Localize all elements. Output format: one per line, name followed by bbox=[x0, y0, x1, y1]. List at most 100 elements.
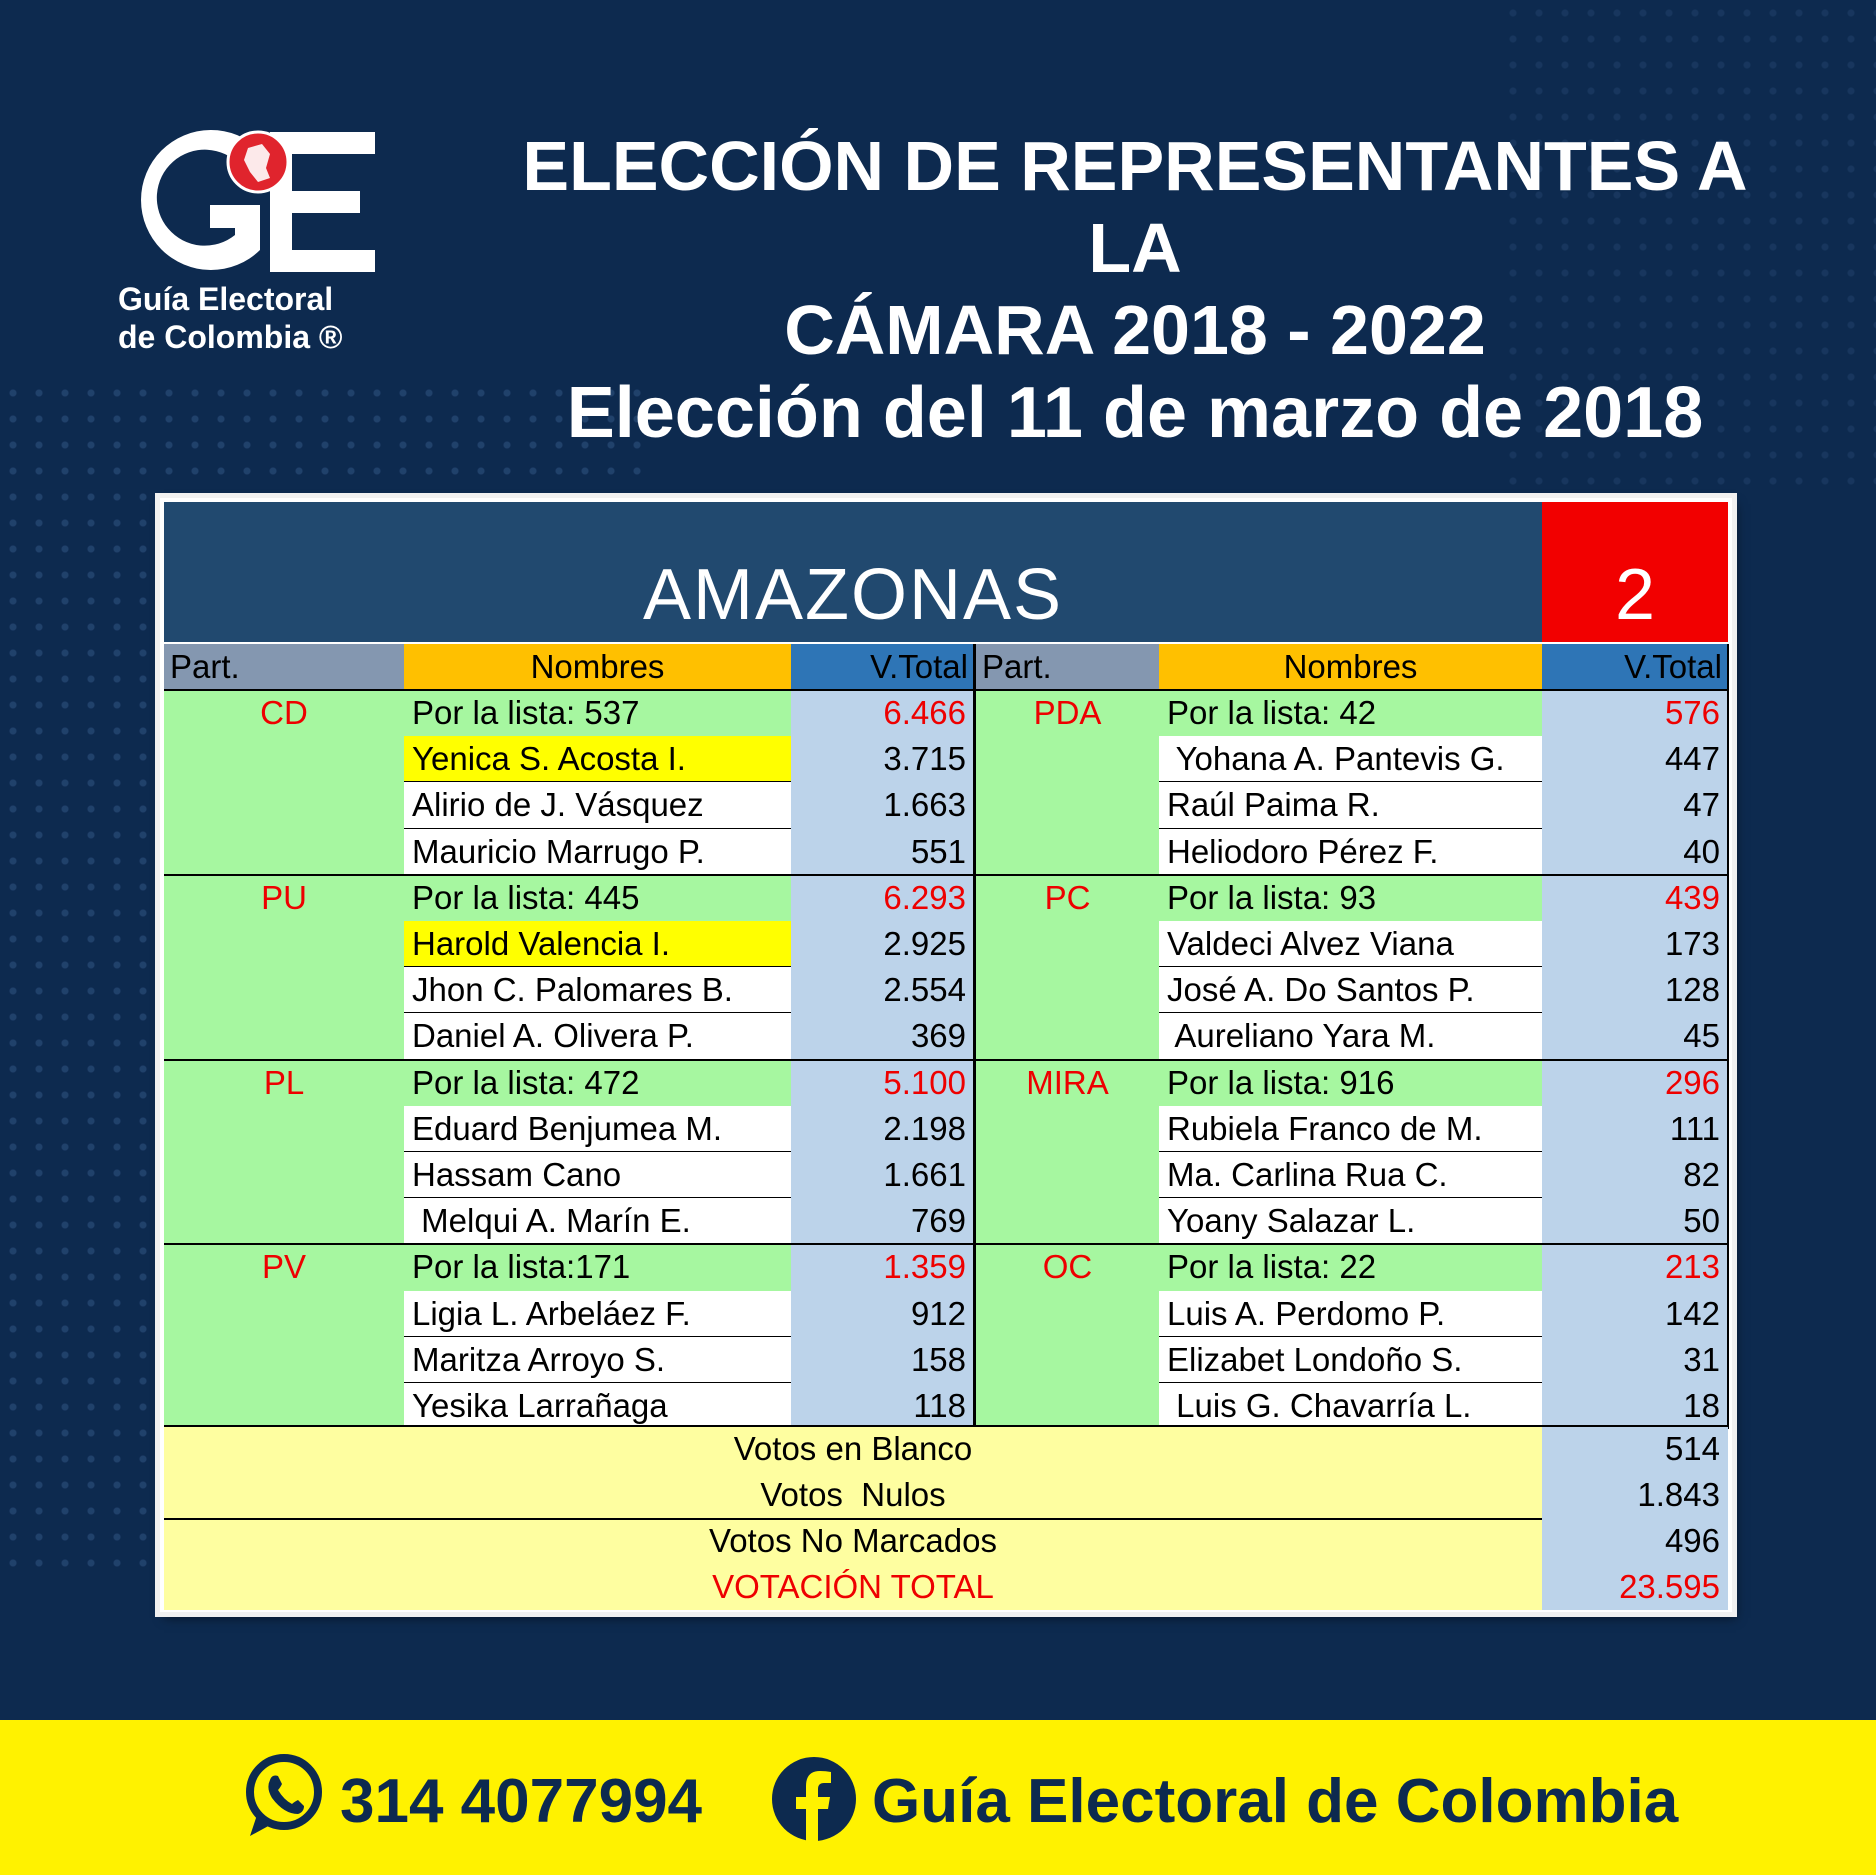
candidate-name: Elizabet Londoño S. bbox=[1159, 1336, 1542, 1383]
list-votes-value: 6.293 bbox=[791, 874, 974, 921]
results-table: AMAZONAS 2 Part. Nombres V.Total Part. N… bbox=[160, 498, 1732, 1612]
candidate-name: Hassam Cano bbox=[404, 1152, 791, 1199]
candidate-votes: 40 bbox=[1542, 828, 1728, 875]
candidate-votes: 1.663 bbox=[791, 782, 974, 829]
title-line2: CÁMARA 2018 - 2022 bbox=[784, 291, 1486, 369]
total-label: Votos en Blanco bbox=[733, 1430, 973, 1467]
candidate-votes: 158 bbox=[791, 1336, 974, 1383]
col-header-names-left: Nombres bbox=[404, 644, 791, 690]
candidate-votes: 45 bbox=[1542, 1013, 1728, 1060]
candidate-votes: 111 bbox=[1542, 1105, 1728, 1152]
subtitle: Elección del 11 de marzo de 2018 bbox=[566, 373, 1704, 453]
list-votes-value: 6.466 bbox=[791, 690, 974, 737]
candidate-votes: 769 bbox=[791, 1198, 974, 1245]
party-label: PC bbox=[1044, 878, 1091, 916]
total-label: Votos Nulos bbox=[760, 1476, 946, 1513]
col-header-party-left: Part. bbox=[164, 644, 404, 690]
seats-badge: 2 bbox=[1542, 502, 1728, 642]
list-votes-label: Por la lista: 42 bbox=[1159, 690, 1542, 737]
candidate-name: Luis A. Perdomo P. bbox=[1159, 1290, 1542, 1337]
candidate-name: Yesika Larrañaga bbox=[404, 1383, 791, 1430]
candidate-name: Maritza Arroyo S. bbox=[404, 1336, 791, 1383]
candidate-name: Raúl Paima R. bbox=[1159, 782, 1542, 829]
candidate-votes: 2.554 bbox=[791, 967, 974, 1014]
candidate-name: Yoany Salazar L. bbox=[1159, 1198, 1542, 1245]
candidate-name: Valdeci Alvez Viana bbox=[1159, 921, 1542, 968]
list-votes-label: Por la lista: 445 bbox=[404, 874, 791, 921]
list-votes-label: Por la lista: 472 bbox=[404, 1059, 791, 1106]
candidate-name: Yenica S. Acosta I. bbox=[404, 736, 791, 783]
candidate-votes: 2.198 bbox=[791, 1105, 974, 1152]
candidate-name: José A. Do Santos P. bbox=[1159, 967, 1542, 1014]
total-value: 23.595 bbox=[1619, 1568, 1720, 1605]
total-value: 496 bbox=[1664, 1522, 1720, 1559]
logo-mark-icon bbox=[141, 130, 375, 272]
footer-name: Guía Electoral de Colombia bbox=[872, 1767, 1679, 1836]
party-label: PV bbox=[261, 1248, 307, 1286]
candidate-votes: 18 bbox=[1542, 1383, 1728, 1430]
candidate-votes: 1.661 bbox=[791, 1152, 974, 1199]
list-votes-value: 576 bbox=[1542, 690, 1728, 737]
candidate-votes: 128 bbox=[1542, 967, 1728, 1014]
logo-text: Guía Electoral de Colombia ® bbox=[118, 280, 342, 356]
list-votes-value: 439 bbox=[1542, 874, 1728, 921]
candidate-votes: 142 bbox=[1542, 1290, 1728, 1337]
party-label: OC bbox=[1042, 1248, 1093, 1286]
candidate-name: Melqui A. Marín E. bbox=[404, 1198, 791, 1245]
party-label: CD bbox=[260, 694, 308, 731]
candidate-name: Aureliano Yara M. bbox=[1159, 1013, 1542, 1060]
candidate-name: Harold Valencia I. bbox=[404, 921, 791, 968]
footer-bar: 314 4077994 Guía Electoral de Colombia bbox=[0, 1720, 1876, 1875]
candidate-name: Eduard Benjumea M. bbox=[404, 1105, 791, 1152]
list-votes-label: Por la lista: 916 bbox=[1159, 1059, 1542, 1106]
candidate-votes: 369 bbox=[791, 1013, 974, 1060]
candidate-votes: 47 bbox=[1542, 782, 1728, 829]
candidate-votes: 173 bbox=[1542, 921, 1728, 968]
candidate-name: Heliodoro Pérez F. bbox=[1159, 828, 1542, 875]
logo-line1: Guía Electoral bbox=[118, 281, 334, 317]
list-votes-label: Por la lista: 93 bbox=[1159, 874, 1542, 921]
candidate-name: Jhon C. Palomares B. bbox=[404, 967, 791, 1014]
list-votes-value: 296 bbox=[1542, 1059, 1728, 1106]
candidate-votes: 447 bbox=[1542, 736, 1728, 783]
page-title: ELECCIÓN DE REPRESENTANTES A LA CÁMARA 2… bbox=[470, 125, 1800, 455]
candidate-votes: 2.925 bbox=[791, 921, 974, 968]
col-header-party-right: Part. bbox=[976, 644, 1159, 690]
candidate-votes: 118 bbox=[791, 1383, 974, 1430]
total-label: Votos No Marcados bbox=[709, 1522, 997, 1559]
col-header-vtotal-left: V.Total bbox=[791, 644, 974, 690]
candidate-votes: 912 bbox=[791, 1290, 974, 1337]
col-header-vtotal-right: V.Total bbox=[1542, 644, 1728, 690]
candidate-votes: 82 bbox=[1542, 1152, 1728, 1199]
candidate-name: Ligia L. Arbeláez F. bbox=[404, 1290, 791, 1337]
candidate-name: Daniel A. Olivera P. bbox=[404, 1013, 791, 1060]
footer-phone: 314 4077994 bbox=[340, 1767, 703, 1836]
title-line1: ELECCIÓN DE REPRESENTANTES A LA bbox=[522, 127, 1748, 287]
candidate-name: Yohana A. Pantevis G. bbox=[1159, 736, 1542, 783]
candidate-name: Mauricio Marrugo P. bbox=[404, 828, 791, 875]
total-label: VOTACIÓN TOTAL bbox=[712, 1568, 994, 1605]
total-value: 514 bbox=[1664, 1430, 1720, 1467]
department-title: AMAZONAS bbox=[164, 502, 1542, 642]
list-votes-label: Por la lista:171 bbox=[404, 1244, 791, 1291]
facebook-icon bbox=[772, 1757, 856, 1841]
candidate-votes: 551 bbox=[791, 828, 974, 875]
total-value: 1.843 bbox=[1637, 1476, 1720, 1513]
candidate-name: Luis G. Chavarría L. bbox=[1159, 1383, 1542, 1430]
list-votes-value: 213 bbox=[1542, 1244, 1728, 1291]
list-votes-label: Por la lista: 537 bbox=[404, 690, 791, 737]
list-votes-value: 5.100 bbox=[791, 1059, 974, 1106]
logo-line2: de Colombia ® bbox=[118, 319, 343, 355]
candidate-votes: 50 bbox=[1542, 1198, 1728, 1245]
candidate-name: Ma. Carlina Rua C. bbox=[1159, 1152, 1542, 1199]
candidate-votes: 31 bbox=[1542, 1336, 1728, 1383]
party-label: MIRA bbox=[1026, 1063, 1109, 1101]
party-label: PU bbox=[261, 878, 307, 916]
candidate-votes: 3.715 bbox=[791, 736, 974, 783]
list-votes-value: 1.359 bbox=[791, 1244, 974, 1291]
col-header-names-right: Nombres bbox=[1159, 644, 1542, 690]
party-label: PDA bbox=[1033, 694, 1102, 731]
candidate-name: Rubiela Franco de M. bbox=[1159, 1105, 1542, 1152]
party-label: PL bbox=[263, 1063, 305, 1101]
whatsapp-icon bbox=[246, 1754, 322, 1836]
